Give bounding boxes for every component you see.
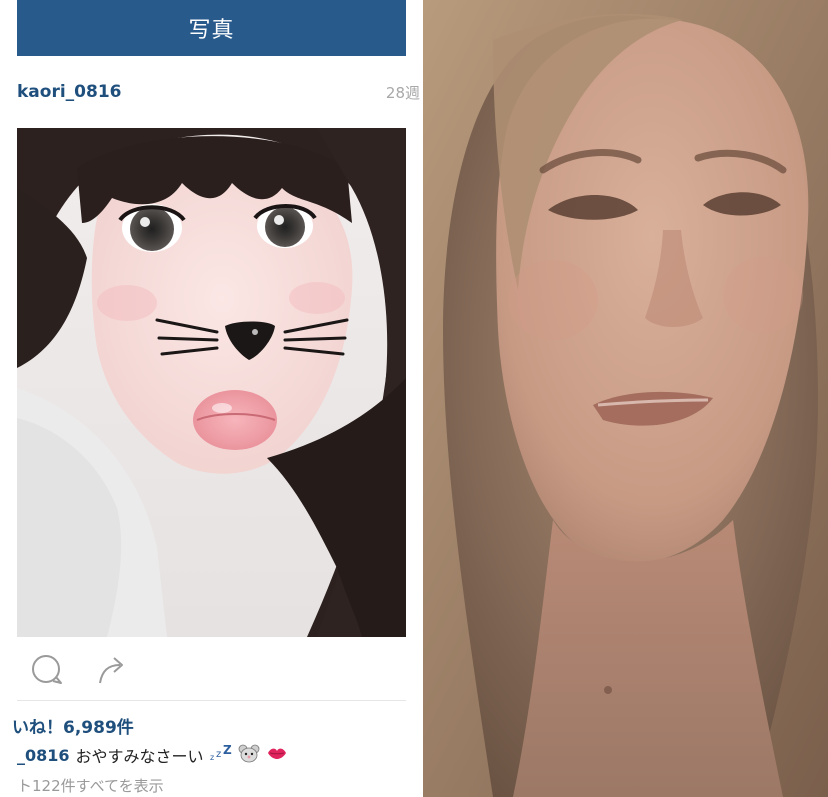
share-icon[interactable] — [93, 652, 129, 688]
post-caption: _0816 おやすみなさーい z z Z — [17, 743, 288, 767]
post-username[interactable]: kaori_0816 — [17, 82, 121, 102]
kiss-icon — [266, 744, 288, 766]
comparison-photo — [423, 0, 828, 797]
post-header: kaori_0816 28週 — [17, 72, 420, 112]
svg-text:z: z — [210, 753, 214, 761]
mouse-icon — [238, 743, 260, 767]
zzz-icon: z z Z — [210, 743, 232, 765]
view-all-comments-link[interactable]: ト122件すべてを表示 — [17, 775, 164, 796]
comment-icon[interactable] — [29, 652, 65, 688]
header-bar: 写真 — [17, 0, 406, 56]
likes-count[interactable]: いね！6,989件 — [12, 713, 134, 738]
post-action-bar — [17, 646, 406, 692]
caption-text: おやすみなさーい — [75, 747, 204, 766]
instagram-screenshot: 写真 kaori_0816 28週 いね！6,989件 _0816 おやすみなさ… — [0, 0, 420, 797]
divider — [17, 700, 406, 701]
post-timestamp: 28週 — [385, 83, 420, 102]
caption-username[interactable]: _0816 — [17, 746, 70, 765]
svg-text:z: z — [216, 749, 221, 760]
post-photo[interactable] — [17, 128, 406, 637]
page-title: 写真 — [188, 18, 235, 43]
svg-text:Z: Z — [223, 745, 232, 757]
